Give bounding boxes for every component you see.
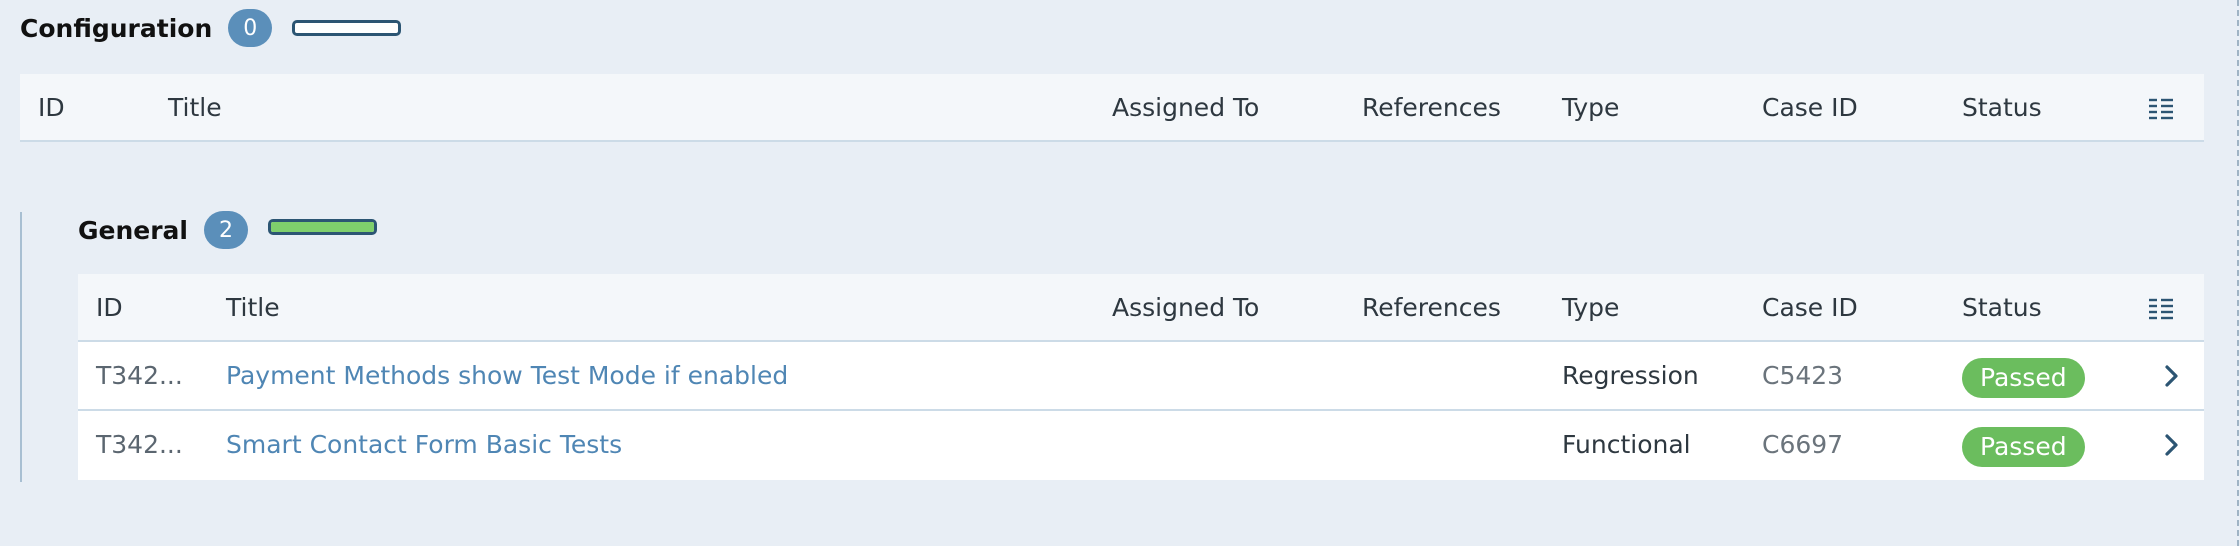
section-title: Configuration xyxy=(20,13,213,43)
status-badge: Passed xyxy=(1962,358,2085,398)
progress-bar xyxy=(292,20,402,36)
column-header-status[interactable]: Status xyxy=(1962,74,2042,142)
case-id-cell: C6697 xyxy=(1762,430,1844,459)
type-cell: Regression xyxy=(1562,361,1699,390)
columns-icon[interactable] xyxy=(2148,96,2174,120)
table-row[interactable]: T342... Payment Methods show Test Mode i… xyxy=(78,342,2204,411)
column-header-status[interactable]: Status xyxy=(1962,274,2042,342)
progress-fill xyxy=(271,222,374,232)
column-header-type[interactable]: Type xyxy=(1562,274,1619,342)
test-id: T342... xyxy=(96,430,183,459)
type-cell: Functional xyxy=(1562,430,1691,459)
column-header-title[interactable]: Title xyxy=(168,74,222,142)
count-badge: 0 xyxy=(228,9,273,47)
table-header: ID Title Assigned To References Type Cas… xyxy=(20,74,2204,142)
case-id-cell: C5423 xyxy=(1762,361,1844,390)
section-title: General xyxy=(78,215,188,245)
section-header-configuration: Configuration 0 xyxy=(20,9,402,47)
chevron-right-icon[interactable] xyxy=(2162,364,2180,388)
group-indent-rule xyxy=(20,212,22,482)
column-header-id[interactable]: ID xyxy=(38,74,65,142)
table-row[interactable]: T342... Smart Contact Form Basic Tests F… xyxy=(78,411,2204,480)
table-header: ID Title Assigned To References Type Cas… xyxy=(78,274,2204,342)
configuration-table: ID Title Assigned To References Type Cas… xyxy=(20,74,2204,142)
count-badge: 2 xyxy=(204,211,248,249)
column-header-references[interactable]: References xyxy=(1362,74,1501,142)
column-header-assigned-to[interactable]: Assigned To xyxy=(1112,274,1259,342)
general-table: ID Title Assigned To References Type Cas… xyxy=(78,274,2204,480)
progress-bar xyxy=(268,219,377,235)
column-header-case-id[interactable]: Case ID xyxy=(1762,274,1858,342)
columns-icon[interactable] xyxy=(2148,296,2174,320)
status-badge: Passed xyxy=(1962,427,2085,467)
section-header-general: General 2 xyxy=(78,211,377,249)
test-id: T342... xyxy=(96,361,183,390)
column-header-case-id[interactable]: Case ID xyxy=(1762,74,1858,142)
chevron-right-icon[interactable] xyxy=(2162,433,2180,457)
column-header-references[interactable]: References xyxy=(1362,274,1501,342)
column-header-assigned-to[interactable]: Assigned To xyxy=(1112,74,1259,142)
test-title-link[interactable]: Payment Methods show Test Mode if enable… xyxy=(226,342,788,410)
column-header-title[interactable]: Title xyxy=(226,274,280,342)
column-header-type[interactable]: Type xyxy=(1562,74,1619,142)
test-title-link[interactable]: Smart Contact Form Basic Tests xyxy=(226,411,622,479)
column-header-id[interactable]: ID xyxy=(96,274,123,342)
